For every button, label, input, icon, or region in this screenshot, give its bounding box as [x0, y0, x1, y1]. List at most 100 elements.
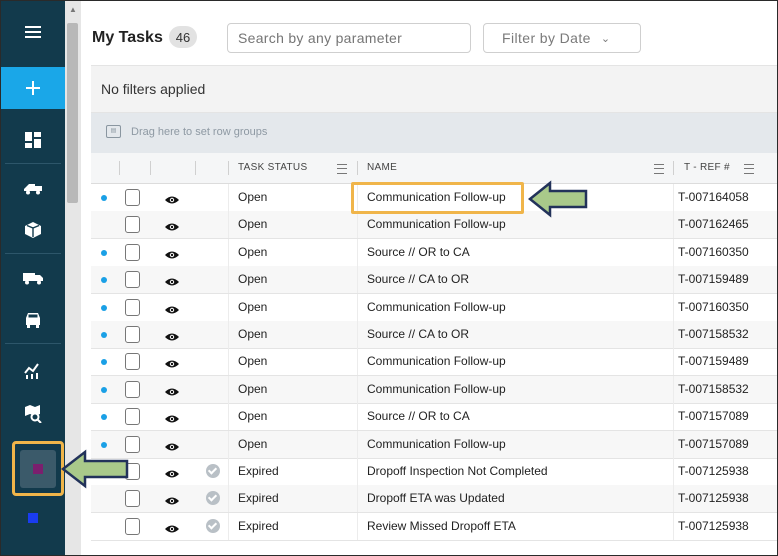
table-row[interactable]: Open Communication Follow-up T-007159489	[91, 348, 777, 377]
chart-icon[interactable]	[1, 349, 65, 391]
column-separator	[228, 348, 229, 376]
tow-truck-icon[interactable]	[1, 167, 65, 209]
dashboard-icon[interactable]	[1, 119, 65, 161]
eye-icon[interactable]	[165, 439, 179, 457]
row-checkbox[interactable]	[125, 243, 140, 261]
filter-by-date-dropdown[interactable]: Filter by Date ⌄	[483, 23, 641, 53]
package-icon[interactable]	[1, 209, 65, 251]
row-checkbox[interactable]	[125, 408, 140, 426]
blue-square-icon[interactable]	[1, 497, 65, 539]
column-header-ref[interactable]: T - REF #	[684, 153, 730, 183]
eye-icon[interactable]	[165, 274, 179, 292]
sidebar-divider	[5, 163, 61, 164]
row-checkbox[interactable]	[125, 216, 140, 234]
car-front-icon[interactable]	[1, 299, 65, 341]
eye-icon[interactable]	[165, 302, 179, 320]
task-status-cell: Expired	[238, 464, 279, 478]
plus-icon[interactable]	[1, 67, 65, 109]
task-name-cell[interactable]: Review Missed Dropoff ETA	[367, 513, 516, 540]
column-header-task-status[interactable]: TASK STATUS	[238, 153, 307, 183]
hamburger-menu-icon[interactable]	[1, 11, 65, 53]
table-row[interactable]: Open Source // OR to CA T-007157089	[91, 403, 777, 432]
column-separator	[357, 238, 358, 266]
table-row[interactable]: Open Communication Follow-up T-007162465	[91, 211, 777, 240]
column-separator	[195, 161, 196, 175]
table-row[interactable]: Open Source // CA to OR T-007158532	[91, 321, 777, 349]
column-separator	[228, 211, 229, 239]
column-separator	[228, 512, 229, 540]
scroll-up-icon[interactable]: ▲	[69, 5, 77, 14]
task-name-cell[interactable]: Source // CA to OR	[367, 266, 469, 293]
column-separator	[673, 348, 674, 376]
task-ref-cell: T-007125938	[678, 464, 749, 478]
task-name-cell[interactable]: Source // OR to CA	[367, 403, 470, 430]
purple-square-icon[interactable]	[20, 450, 56, 488]
search-input[interactable]	[227, 23, 471, 53]
unread-dot-icon	[101, 332, 107, 338]
task-name-cell[interactable]: Source // OR to CA	[367, 239, 470, 266]
row-checkbox[interactable]	[125, 298, 140, 316]
column-separator	[357, 321, 358, 348]
eye-icon[interactable]	[165, 356, 179, 374]
table-row[interactable]: Open Source // OR to CA T-007160350	[91, 238, 777, 267]
table-row[interactable]: Open Source // CA to OR T-007159489	[91, 266, 777, 295]
eye-icon[interactable]	[165, 521, 179, 539]
eye-icon[interactable]	[165, 192, 179, 210]
eye-icon[interactable]	[165, 219, 179, 237]
task-status-cell: Open	[238, 327, 268, 341]
row-checkbox[interactable]	[125, 189, 140, 206]
task-name-cell[interactable]: Dropoff Inspection Not Completed	[367, 458, 548, 485]
task-name-cell[interactable]: Source // CA to OR	[367, 321, 469, 348]
map-search-icon[interactable]	[1, 393, 65, 435]
row-checkbox[interactable]	[125, 326, 140, 343]
column-menu-icon[interactable]	[337, 164, 347, 174]
task-name-cell[interactable]: Communication Follow-up	[367, 376, 506, 403]
task-name-cell[interactable]: Communication Follow-up	[367, 294, 506, 321]
row-checkbox[interactable]	[125, 380, 140, 398]
task-name-cell[interactable]: Dropoff ETA was Updated	[367, 485, 505, 512]
column-separator	[673, 211, 674, 239]
row-checkbox[interactable]	[125, 271, 140, 289]
task-status-cell: Open	[238, 381, 268, 396]
row-checkbox[interactable]	[125, 353, 140, 371]
task-ref-cell: T-007125938	[678, 491, 749, 506]
eye-icon[interactable]	[165, 493, 179, 511]
eye-icon[interactable]	[165, 411, 179, 429]
task-name-cell[interactable]: Communication Follow-up	[367, 348, 506, 375]
task-name-cell[interactable]: Communication Follow-up	[367, 211, 506, 238]
scrollbar-thumb[interactable]	[67, 23, 78, 203]
row-checkbox[interactable]	[125, 490, 140, 508]
table-row[interactable]: Expired Dropoff Inspection Not Completed T…	[91, 458, 777, 486]
eye-icon[interactable]	[165, 247, 179, 265]
eye-icon[interactable]	[165, 329, 179, 347]
row-group-icon: ▤	[106, 125, 121, 138]
eye-icon[interactable]	[165, 384, 179, 402]
filter-status-bar: No filters applied	[91, 65, 777, 113]
table-row[interactable]: Open Communication Follow-up T-007160350	[91, 293, 777, 322]
table-header: TASK STATUS NAME T - REF #	[91, 153, 777, 184]
row-checkbox[interactable]	[125, 517, 140, 535]
task-status-cell: Expired	[238, 518, 279, 533]
row-group-drop-zone[interactable]: ▤ Drag here to set row groups	[91, 113, 777, 153]
table-row[interactable]: Open Communication Follow-up T-007157089	[91, 430, 777, 459]
column-separator	[357, 485, 358, 513]
task-status-cell: Open	[238, 354, 268, 369]
column-separator	[357, 293, 358, 321]
page-title: My Tasks	[92, 29, 163, 46]
column-menu-icon[interactable]	[744, 164, 754, 174]
column-header-name[interactable]: NAME	[367, 153, 397, 183]
truck-icon[interactable]	[1, 257, 65, 299]
column-separator	[357, 512, 358, 540]
task-ref-cell: T-007157089	[678, 409, 749, 424]
column-menu-icon[interactable]	[654, 164, 664, 174]
column-separator	[673, 403, 674, 431]
eye-icon[interactable]	[165, 466, 179, 484]
task-name-cell[interactable]: Communication Follow-up	[367, 431, 506, 458]
table-row[interactable]: Expired Review Missed Dropoff ETA T-007125…	[91, 512, 777, 541]
task-ref-cell: T-007159489	[678, 272, 749, 287]
table-row[interactable]: Open Communication Follow-up T-007158532	[91, 375, 777, 404]
column-separator	[673, 375, 674, 403]
filter-status-text: No filters applied	[101, 81, 206, 97]
table-row[interactable]: Expired Dropoff ETA was Updated T-00712593…	[91, 485, 777, 514]
task-status-cell: Open	[238, 190, 268, 204]
